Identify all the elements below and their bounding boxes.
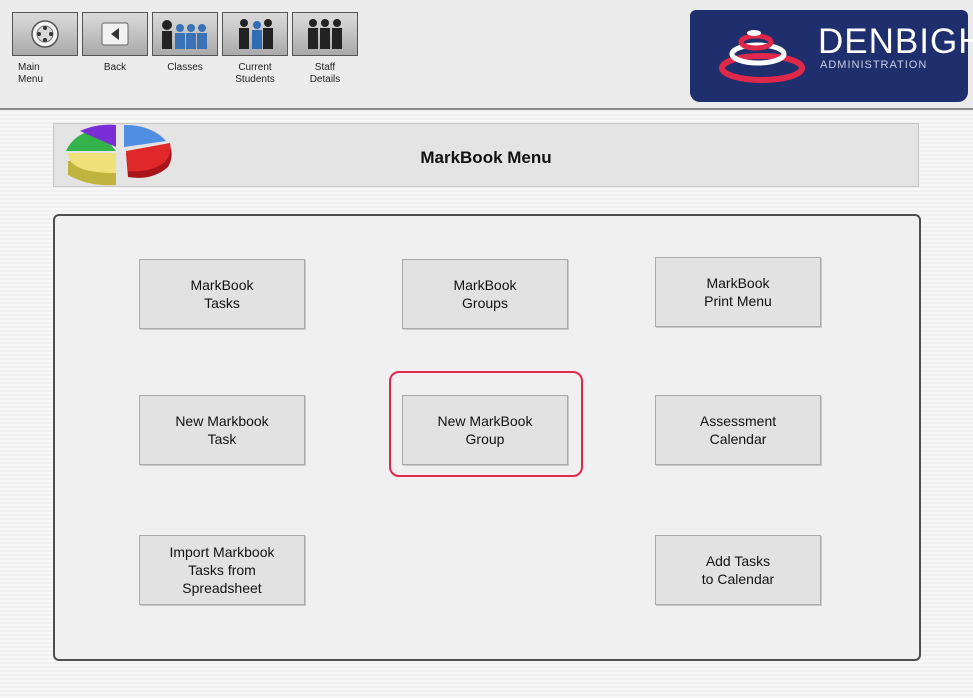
- page-title-bar: MarkBook Menu: [53, 123, 919, 187]
- classes-button[interactable]: Classes: [150, 12, 220, 86]
- current-students-tile[interactable]: [222, 12, 288, 56]
- main-menu-tile[interactable]: [12, 12, 78, 56]
- markbook-groups-button[interactable]: MarkBook Groups: [402, 259, 568, 329]
- back-tile[interactable]: [82, 12, 148, 56]
- staff-details-label: Staff Details: [309, 62, 341, 85]
- markbook-tasks-button[interactable]: MarkBook Tasks: [139, 259, 305, 329]
- classes-tile[interactable]: [152, 12, 218, 56]
- brand-name: DENBIGH: [818, 22, 973, 61]
- page-title: MarkBook Menu: [420, 148, 552, 167]
- markbook-print-menu-button[interactable]: MarkBook Print Menu: [655, 257, 821, 327]
- main-menu-button[interactable]: Main Menu: [10, 12, 80, 86]
- import-markbook-tasks-button[interactable]: Import Markbook Tasks from Spreadsheet: [139, 535, 305, 605]
- back-arrow-icon: [101, 22, 129, 46]
- classes-icon: [162, 20, 207, 49]
- main-menu-icon: [31, 20, 59, 48]
- back-button[interactable]: Back: [80, 12, 150, 86]
- staff-details-tile[interactable]: [292, 12, 358, 56]
- top-toolbar-bar: Main Menu Back Classes Current Students …: [0, 0, 973, 110]
- staff-details-icon: [308, 19, 342, 49]
- brand-subtitle: ADMINISTRATION: [820, 59, 928, 71]
- denbigh-brand-logo: DENBIGH ADMINISTRATION: [690, 10, 973, 102]
- denbigh-logo-icon: [719, 30, 805, 83]
- staff-details-button[interactable]: Staff Details: [290, 12, 360, 86]
- navigation-toolbar: Main Menu Back Classes Current Students …: [10, 12, 360, 86]
- main-menu-label: Main Menu: [18, 62, 44, 85]
- new-markbook-group-button[interactable]: New MarkBook Group: [402, 395, 568, 465]
- current-students-label: Current Students: [235, 62, 275, 85]
- back-label: Back: [103, 62, 127, 73]
- assessment-calendar-button[interactable]: Assessment Calendar: [655, 395, 821, 465]
- new-markbook-task-button[interactable]: New Markbook Task: [139, 395, 305, 465]
- add-tasks-to-calendar-button[interactable]: Add Tasks to Calendar: [655, 535, 821, 605]
- markbook-menu-panel: MarkBook Tasks MarkBook Groups MarkBook …: [53, 214, 921, 661]
- classes-label: Classes: [167, 62, 203, 73]
- current-students-button[interactable]: Current Students: [220, 12, 290, 86]
- current-students-icon: [239, 19, 273, 49]
